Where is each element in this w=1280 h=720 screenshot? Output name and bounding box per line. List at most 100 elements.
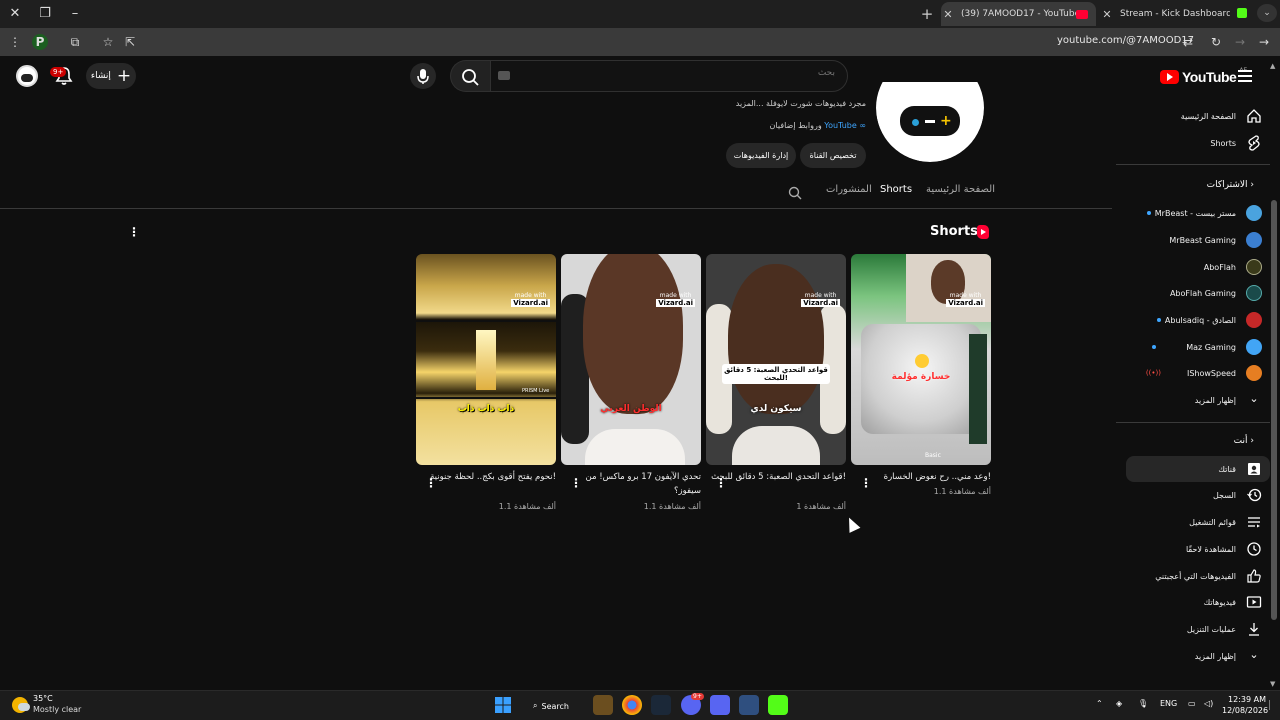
sidebar-show-more-2[interactable]: إظهار المزيد ⌄: [1126, 643, 1270, 669]
search-field[interactable]: [490, 60, 848, 92]
app-tools-icon[interactable]: [739, 695, 759, 715]
sidebar-item-history[interactable]: السجل: [1126, 482, 1270, 508]
tab-kick[interactable]: ✕ Stream - Kick Dashboard: [1100, 2, 1230, 26]
sidebar-subscription[interactable]: ((•)) IShowSpeed: [1126, 360, 1270, 386]
youtube-link[interactable]: YouTube: [824, 121, 857, 130]
scroll-down-arrow-icon[interactable]: ▼: [1270, 680, 1278, 688]
sidebar-item-playlists[interactable]: قوائم التشغيل: [1126, 509, 1270, 535]
forward-icon[interactable]: →: [1232, 34, 1248, 50]
tab-search-menu-icon[interactable]: ⌄: [1257, 4, 1277, 22]
shelf-menu-icon[interactable]: ⋮: [128, 226, 140, 238]
start-button[interactable]: [493, 695, 513, 715]
network-icon[interactable]: ▭: [1188, 699, 1196, 708]
subscriptions-header[interactable]: الاشتراكات ›: [1207, 180, 1254, 190]
short-title[interactable]: نحوم يفتح أقوى بكج.. لحظة جنونية!: [416, 470, 556, 484]
sidebar-item-watch-later[interactable]: المشاهدة لاحقًا: [1126, 536, 1270, 562]
sidebar-subscription[interactable]: AboFlah: [1126, 254, 1270, 280]
steam-icon[interactable]: [651, 695, 671, 715]
channel-links[interactable]: وروابط إضافيان YouTube ∞: [620, 121, 866, 130]
sidebar-scrollbar[interactable]: [1271, 200, 1277, 620]
short-title[interactable]: قواعد التحدي الصعبة: 5 دقائق للبحث!: [706, 470, 846, 484]
sidebar-item-downloads[interactable]: عمليات التنزيل: [1126, 616, 1270, 642]
restore-window-icon[interactable]: ❐: [36, 5, 54, 23]
tab-home[interactable]: الصفحة الرئيسية: [926, 184, 995, 202]
short-views: 1 ألف مشاهدة: [796, 502, 846, 511]
weather-icon[interactable]: [12, 697, 30, 713]
gamepad-logo-icon: +: [900, 106, 960, 136]
sidebar-subscription[interactable]: Maz Gaming: [1126, 334, 1270, 360]
channel-search-icon[interactable]: [788, 186, 802, 200]
sidebar-item-label: عمليات التنزيل: [1186, 624, 1236, 634]
sidebar-item-label: الفيديوهات التي أعجبتني: [1155, 571, 1236, 581]
tab-youtube[interactable]: ✕ (39) 7AMOOD17 - YouTube: [941, 2, 1096, 26]
short-card-1[interactable]: made with Vizard.ai خسارة مؤلمة Basic: [851, 254, 991, 465]
guide-menu-icon[interactable]: [1238, 70, 1252, 82]
sidebar-item-label: الصفحة الرئيسية: [1180, 111, 1236, 121]
minimize-window-icon[interactable]: –: [66, 5, 84, 23]
back-icon[interactable]: →: [1256, 34, 1272, 50]
short-menu-icon[interactable]: ⋮: [570, 477, 582, 489]
short-menu-icon[interactable]: ⋮: [860, 477, 872, 489]
search-icon: ⌕: [533, 701, 538, 710]
sidebar-item-home[interactable]: الصفحة الرئيسية: [1126, 103, 1270, 129]
windows-taskbar: 35°C Mostly clear ⌕ Search 9+ ⌃ ◈ 🎙 ENG …: [0, 690, 1280, 720]
close-tab-icon[interactable]: ✕: [1100, 8, 1114, 21]
tray-app-icon[interactable]: ◈: [1116, 699, 1122, 708]
app-dd-icon[interactable]: [710, 695, 730, 715]
short-menu-icon[interactable]: ⋮: [715, 477, 727, 489]
taskbar-clock[interactable]: 12:39 AM 12/08/2026: [1222, 694, 1268, 716]
sidebar-item-shorts[interactable]: Shorts: [1126, 130, 1270, 156]
short-title[interactable]: وعد مني.. رح نعوض الخسارة!: [851, 470, 991, 484]
address-bar[interactable]: youtube.com/@7AMOOD17: [1057, 35, 1194, 46]
sidebar-item-your-videos[interactable]: فيديوهاتك: [1126, 589, 1270, 615]
sidebar-subscription[interactable]: MrBeast - مستر بيست: [1126, 200, 1270, 226]
bookmark-star-icon[interactable]: ☆: [100, 34, 116, 50]
customize-channel-button[interactable]: تخصيص القناة: [800, 143, 866, 168]
share-icon[interactable]: ⇱: [122, 34, 138, 50]
sidebar-divider: [1116, 422, 1270, 423]
tray-overflow-icon[interactable]: ⌃: [1096, 699, 1103, 708]
voice-search-button[interactable]: [410, 63, 436, 89]
scroll-up-arrow-icon[interactable]: ▲: [1270, 62, 1278, 70]
sidebar-subscription[interactable]: AboFlah Gaming: [1126, 280, 1270, 306]
short-card-2[interactable]: made with Vizard.ai قواعد التحدي الصعبة: …: [706, 254, 846, 465]
chrome-icon[interactable]: [622, 695, 642, 715]
you-header[interactable]: أنت ›: [1234, 436, 1254, 446]
extensions-icon[interactable]: ⧉: [67, 34, 83, 50]
close-window-icon[interactable]: ✕: [6, 5, 24, 23]
file-explorer-icon[interactable]: [593, 695, 613, 715]
channel-description[interactable]: مجرد فيديوهات شورت لايوفلة ...المزيد: [620, 99, 866, 108]
manage-videos-button[interactable]: إدارة الفيديوهات: [726, 143, 796, 168]
account-avatar[interactable]: [16, 65, 38, 87]
more-menu-icon[interactable]: ⋮: [7, 34, 23, 50]
sidebar-item-liked-videos[interactable]: الفيديوهات التي أعجبتني: [1126, 563, 1270, 589]
volume-icon[interactable]: ◁): [1204, 699, 1213, 708]
short-title[interactable]: تحدي الآيفون 17 برو ماكس! من سيفوز؟: [561, 470, 701, 498]
sidebar-item-your-channel[interactable]: قناتك: [1126, 456, 1270, 482]
reload-icon[interactable]: ↻: [1208, 34, 1224, 50]
short-card-4[interactable]: made with Vizard.ai PRISM Live ذاب ذاب ذا…: [416, 254, 556, 465]
tray-mic-icon[interactable]: 🎙: [1138, 699, 1148, 708]
short-menu-icon[interactable]: ⋮: [425, 477, 437, 489]
new-tab-button[interactable]: +: [920, 5, 934, 23]
taskbar-search-button[interactable]: ⌕ Search: [524, 696, 578, 716]
sidebar-subscription[interactable]: MrBeast Gaming: [1126, 227, 1270, 253]
channel-avatar[interactable]: +: [876, 82, 984, 162]
sidebar-item-label: إظهار المزيد: [1194, 651, 1236, 661]
close-tab-icon[interactable]: ✕: [941, 8, 955, 21]
extension-p-icon[interactable]: P: [32, 34, 48, 50]
create-button[interactable]: إنشاء +: [86, 63, 136, 89]
language-indicator[interactable]: ENG: [1160, 699, 1177, 708]
tab-posts[interactable]: المنشورات: [826, 184, 872, 202]
tab-shorts[interactable]: Shorts: [880, 184, 912, 202]
show-desktop-button[interactable]: [1269, 700, 1277, 710]
sidebar-show-more[interactable]: إظهار المزيد ⌄: [1126, 387, 1270, 413]
search-input[interactable]: [505, 68, 835, 78]
short-card-3[interactable]: made with Vizard.ai الوطن العربي: [561, 254, 701, 465]
sidebar-item-label: IShowSpeed: [1186, 368, 1236, 378]
kick-app-icon[interactable]: [768, 695, 788, 715]
youtube-logo[interactable]: YouTube AE: [1160, 67, 1247, 85]
sidebar-subscription[interactable]: Abulsadiq - الصادق: [1126, 307, 1270, 333]
search-button[interactable]: [450, 60, 490, 92]
site-settings-icon[interactable]: ⇄: [1180, 34, 1196, 50]
